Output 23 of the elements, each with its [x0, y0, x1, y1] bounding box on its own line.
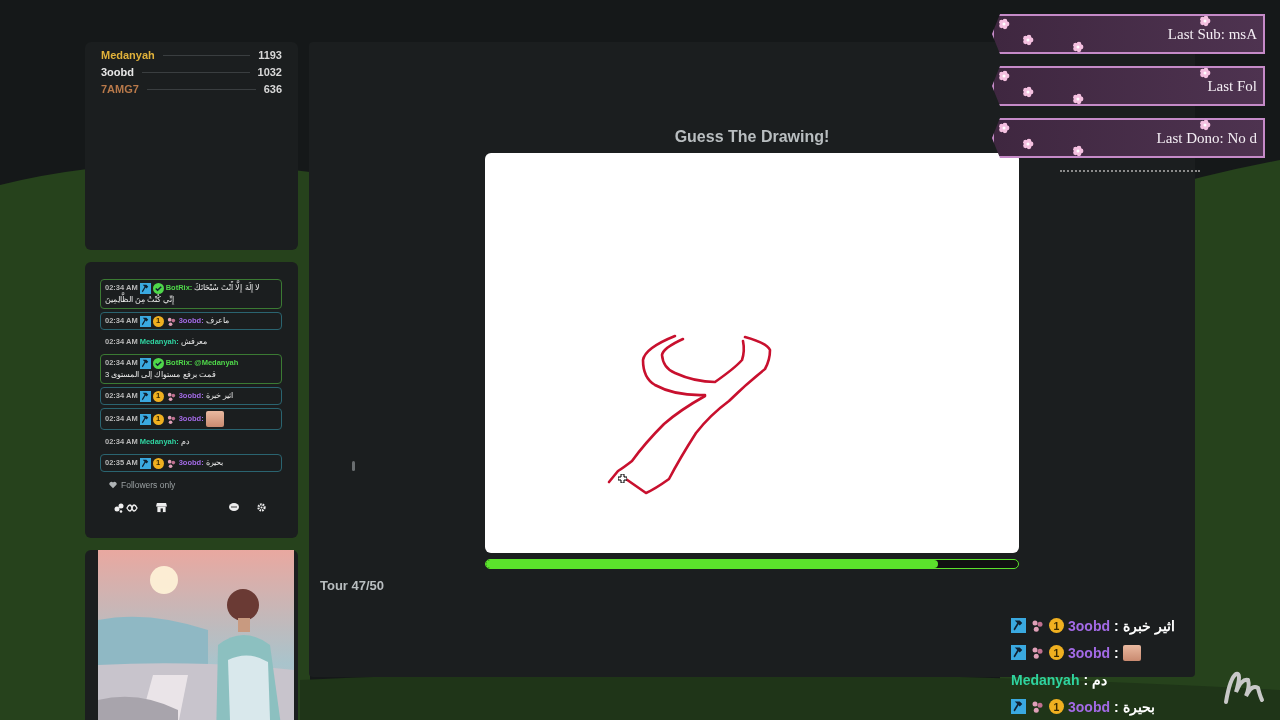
chat-mode-label: Followers only: [121, 480, 176, 491]
alert-text: Last Sub: msA: [1167, 25, 1257, 43]
player-name: 3oobd: [101, 66, 134, 78]
separator-text: :: [1114, 644, 1119, 661]
player-score: 1032: [257, 66, 282, 78]
game-title: Guess The Drawing!: [674, 128, 830, 147]
player-name: 7AMG7: [101, 83, 139, 95]
chat-username: Medanyah: [1011, 671, 1080, 688]
chat-username: 3oobd: [1068, 698, 1110, 715]
message-text: اثير خبرة: [1122, 617, 1175, 634]
player-score: 1193: [258, 49, 282, 61]
message-text: بحيرة: [1122, 698, 1155, 715]
chat-username: 3oobd: [1068, 644, 1110, 661]
separator-text: :: [1114, 698, 1119, 715]
message-text: دم: [1092, 671, 1108, 688]
alert-text: Last Dono: No d: [1156, 129, 1257, 147]
chat-username: 3oobd: [1068, 617, 1110, 634]
player-name: Medanyah: [101, 49, 155, 61]
round-counter: Tour 47/50: [320, 578, 386, 593]
separator-text: :: [1114, 617, 1119, 634]
alert-text: Last Fol: [1207, 77, 1257, 95]
separator-text: :: [1083, 671, 1089, 688]
player-score: 636: [263, 83, 282, 95]
